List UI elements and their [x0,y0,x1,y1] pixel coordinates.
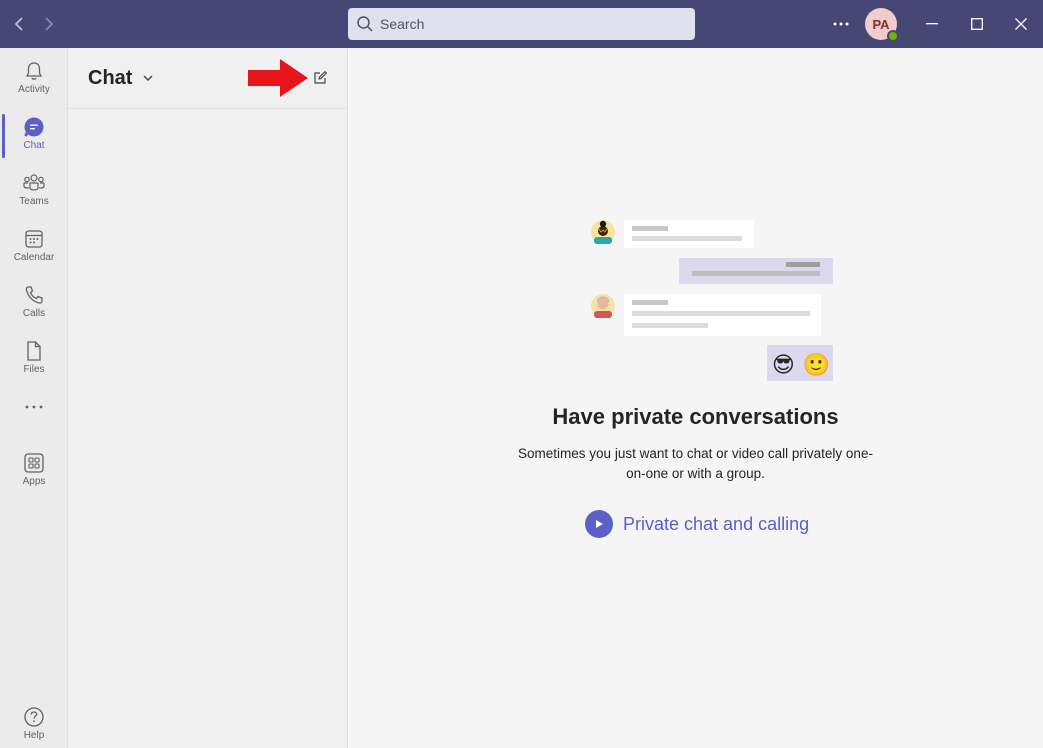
appbar-label: Calendar [13,252,55,263]
chevron-down-icon[interactable] [140,70,156,86]
apps-icon [24,453,44,473]
active-indicator [2,114,5,158]
presence-available-icon [887,30,899,42]
avatar-initials: PA [872,16,890,32]
calendar-icon [25,230,43,248]
search-icon [357,16,373,32]
appbar-label: Files [23,364,45,375]
chat-list-panel: Chat [68,48,348,748]
user-avatar[interactable]: PA [865,8,899,42]
minimize-icon [926,23,938,25]
person-avatar-icon [591,294,615,318]
appbar-item-calls[interactable]: Calls [0,276,68,328]
appbar-item-calendar[interactable]: Calendar [0,220,68,272]
appbar-item-chat[interactable]: Chat [0,108,68,160]
appbar-label: Teams [19,196,49,207]
appbar-label: Help [23,730,45,741]
new-chat-button[interactable] [310,68,330,88]
file-icon [27,341,41,361]
main-content: 😎 🙂 Have private conversations Sometimes… [348,48,1043,748]
close-icon [1015,18,1027,30]
annotation-arrow-icon [248,59,308,97]
sunglasses-emoji-icon: 😎 [771,352,795,377]
more-options-button[interactable] [828,12,854,36]
emoji-bubble: 😎 🙂 [768,350,834,380]
ellipsis-icon [833,22,849,26]
forward-arrow-icon[interactable] [36,12,60,36]
appbar-item-apps[interactable]: Apps [0,444,68,496]
maximize-icon [971,18,983,30]
chat-bubble-icon [24,117,44,137]
title-bar: PA [0,0,1043,48]
teams-icon [23,174,45,191]
appbar-item-activity[interactable]: Activity [0,52,68,104]
more-icon [25,405,43,409]
appbar-item-more[interactable] [0,396,68,448]
search-box[interactable] [348,8,695,40]
maximize-button[interactable] [955,0,999,48]
minimize-button[interactable] [910,0,954,48]
bell-icon [25,62,43,80]
appbar-label: Apps [22,476,46,487]
appbar-label: Calls [22,308,46,319]
appbar-label: Chat [23,140,45,151]
private-chat-calling-link[interactable]: Private chat and calling [585,510,809,538]
phone-icon [25,286,43,304]
appbar-item-teams[interactable]: Teams [0,164,68,216]
chat-title-dropdown[interactable]: Chat [88,67,132,90]
help-icon [24,707,44,727]
app-bar: Activity Chat Teams Calendar Calls Files… [0,48,68,748]
smiling-emoji-icon: 🙂 [802,352,831,377]
close-button[interactable] [999,0,1043,48]
cta-label: Private chat and calling [623,513,810,534]
compose-icon [314,70,328,84]
back-arrow-icon[interactable] [8,12,32,36]
appbar-item-files[interactable]: Files [0,332,68,384]
empty-state-heading: Have private conversations [552,404,839,429]
appbar-label: Activity [18,84,50,95]
appbar-item-help[interactable]: Help [0,698,68,748]
person-avatar-icon [591,220,615,244]
empty-state-description: Sometimes you just want to chat or video… [518,446,873,481]
play-icon [585,510,613,538]
chat-list-header: Chat [68,48,348,109]
search-input[interactable] [380,16,680,32]
